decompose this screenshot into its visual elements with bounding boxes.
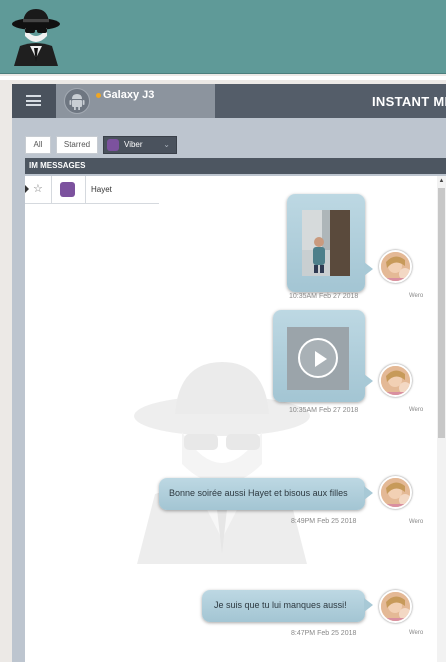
top-separator [0,76,446,80]
play-icon[interactable] [298,338,338,378]
sender-name: Wero [409,293,424,299]
device-selector[interactable]: Galaxy J3 [56,84,215,118]
bubble-tail [364,374,373,388]
section-header: IM MESSAGES [25,158,446,174]
star-icon[interactable]: ☆ [33,182,43,195]
photo-thumbnail[interactable] [302,210,350,276]
hamburger-icon [26,95,41,106]
sender-name: Wero [409,519,424,525]
menu-button[interactable] [12,84,56,118]
app-header: Galaxy J3 INSTANT ME [12,84,446,118]
column-divider [85,176,86,204]
viber-icon [107,139,119,151]
main-panel: Galaxy J3 INSTANT ME All Starred Viber ⌄… [12,84,446,662]
spy-agent-logo-icon[interactable] [10,6,62,66]
android-icon [64,88,90,114]
text-message-bubble[interactable]: Je suis que tu lui manques aussi! [202,590,365,622]
message-text: Bonne soirée aussi Hayet et bisous aux f… [169,488,348,498]
scrollbar[interactable]: ▲ [437,176,446,662]
app-filter-label: Viber [124,140,143,149]
message-text: Je suis que tu lui manques aussi! [214,600,347,610]
bubble-tail [364,598,373,612]
avatar[interactable] [379,590,412,623]
tab-all[interactable]: All [25,136,51,154]
app-filter-dropdown[interactable]: Viber ⌄ [103,136,177,154]
device-status-dot [96,93,101,98]
video-thumbnail[interactable] [287,327,349,390]
sender-name: Wero [409,630,424,636]
bubble-tail [364,486,373,500]
message-time: 10:35AM Feb 27 2018 [289,293,359,300]
sender-name: Wero [409,407,424,413]
chevron-down-icon: ⌄ [163,140,170,149]
message-time: 8:47PM Feb 25 2018 [291,630,357,637]
device-name: Galaxy J3 [103,89,155,101]
contact-name: Hayet [91,185,112,194]
avatar[interactable] [379,364,412,397]
expand-arrow-icon[interactable] [25,185,29,193]
scroll-up-arrow-icon[interactable]: ▲ [437,178,446,184]
image-message-bubble[interactable] [287,194,365,292]
column-divider [51,176,52,204]
avatar[interactable] [379,476,412,509]
message-time: 10:35AM Feb 27 2018 [289,407,359,414]
avatar[interactable] [379,250,412,283]
tab-starred[interactable]: Starred [56,136,98,154]
top-bar [0,0,446,74]
video-message-bubble[interactable] [273,310,365,402]
viber-icon [60,182,75,197]
text-message-bubble[interactable]: Bonne soirée aussi Hayet et bisous aux f… [159,478,365,510]
conversation-row[interactable]: ☆ Hayet [25,176,159,204]
page-title: INSTANT ME [372,94,446,109]
bubble-tail [364,262,373,276]
scroll-thumb[interactable] [438,188,445,438]
messages-content: ☆ Hayet 10:35AM Feb 27 2018 Wero 10:35AM… [25,176,446,662]
message-time: 8:49PM Feb 25 2018 [291,518,357,525]
